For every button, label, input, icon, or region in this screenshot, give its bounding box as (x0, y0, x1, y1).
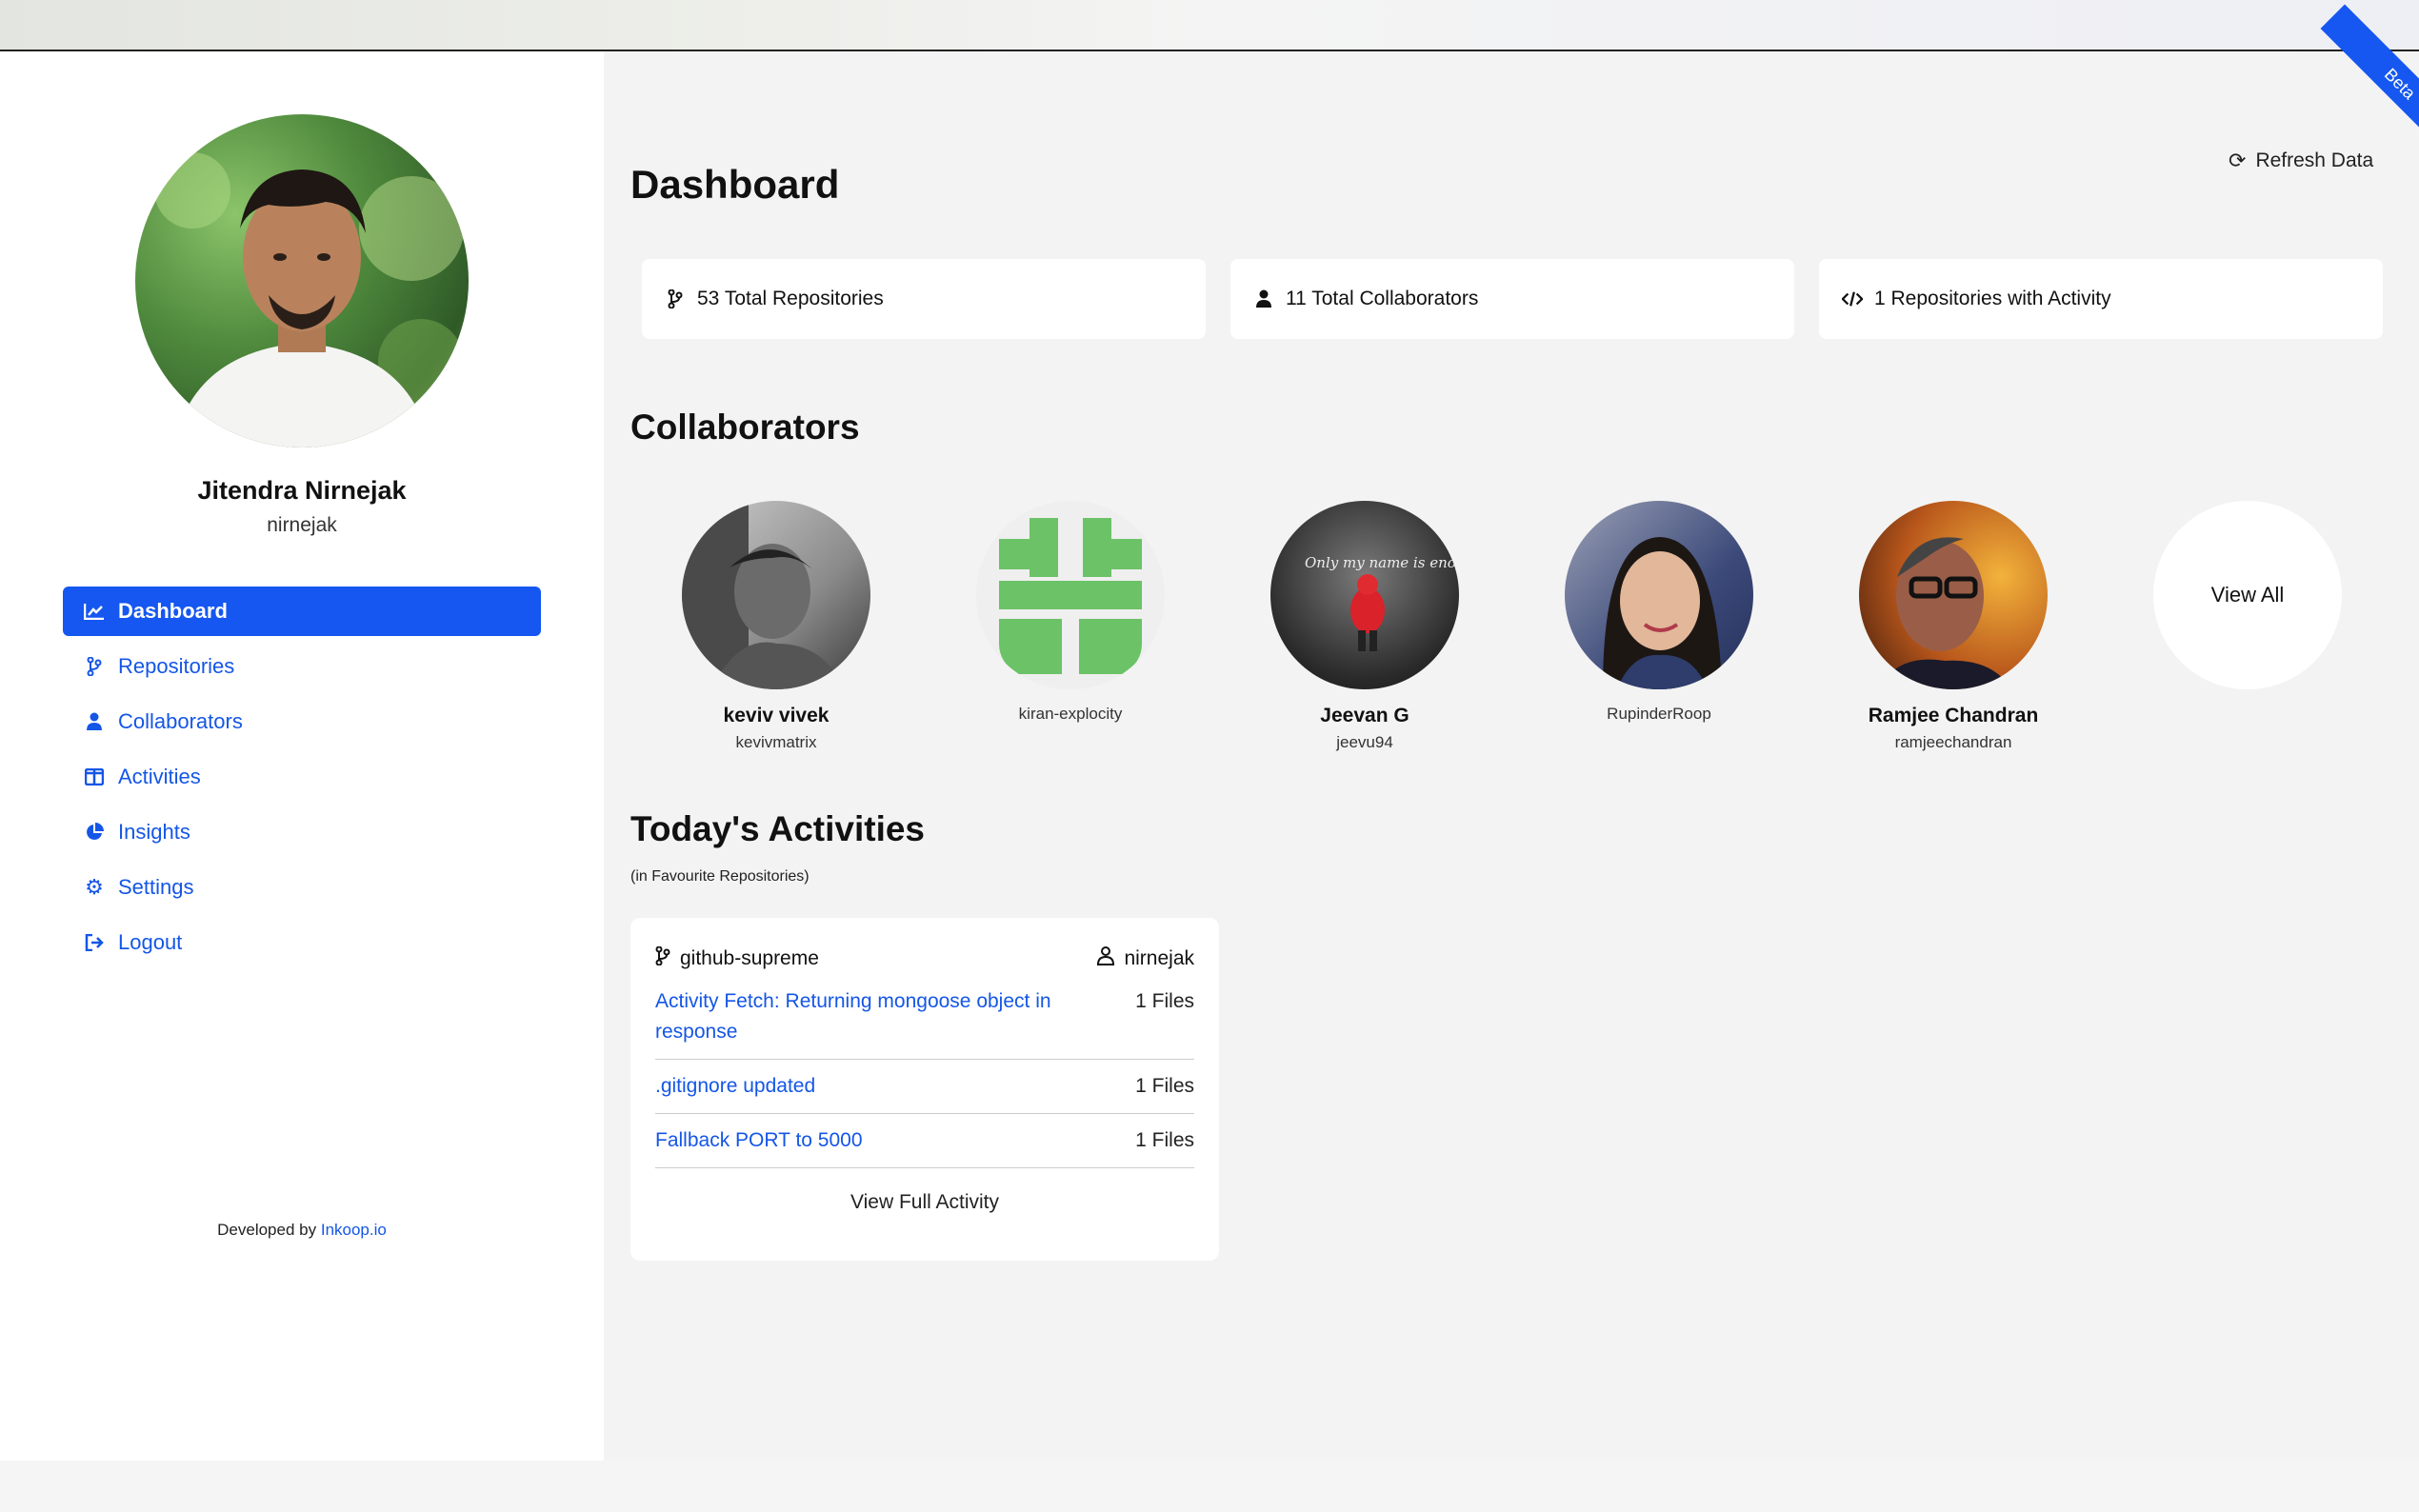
collaborator-avatar (1859, 501, 2048, 689)
stat-label: 53 Total Repositories (697, 288, 884, 309)
collaborator-avatar: Only my name is enough... (1270, 501, 1459, 689)
chart-line-icon (82, 601, 107, 622)
stat-label: 11 Total Collaborators (1286, 288, 1479, 309)
collaborator-photo-text: Only my name is enough... (1305, 554, 1459, 571)
stat-total-repositories[interactable]: 53 Total Repositories (642, 259, 1206, 339)
collaborator-handle: kevivmatrix (735, 733, 817, 751)
collaborator-avatar (682, 501, 870, 689)
collaborator-handle: ramjeechandran (1894, 733, 2012, 751)
sidebar-item-dashboard[interactable]: Dashboard (63, 587, 541, 636)
stat-total-collaborators[interactable]: 11 Total Collaborators (1230, 259, 1794, 339)
collaborator-card[interactable]: keviv vivek kevivmatrix (682, 501, 870, 752)
developer-credit: Developed by Inkoop.io (0, 1221, 604, 1240)
collaborator-card[interactable]: kiran-explocity (976, 501, 1165, 752)
refresh-icon: ⟳ (2229, 149, 2247, 172)
activity-row: Fallback PORT to 5000 1 Files (655, 1114, 1194, 1168)
code-branch-icon (655, 945, 670, 971)
collaborators-heading: Collaborators (630, 408, 860, 447)
code-branch-icon (665, 289, 686, 308)
sidebar: Jitendra Nirnejak nirnejak Dashboard Rep… (0, 51, 604, 1461)
sidebar-item-logout[interactable]: Logout (63, 918, 541, 967)
collaborator-avatar (976, 501, 1165, 689)
collaborator-card[interactable]: RupinderRoop (1565, 501, 1753, 752)
activity-repo-name: github-supreme (680, 947, 819, 969)
sidebar-item-settings[interactable]: ⚙ Settings (63, 863, 541, 912)
activity-row: Activity Fetch: Returning mongoose objec… (655, 975, 1194, 1060)
code-icon (1842, 290, 1863, 308)
collaborators-list: keviv vivek kevivmatrix kiran-explocity … (682, 501, 2342, 752)
sidebar-item-collaborators[interactable]: Collaborators (63, 697, 541, 746)
activity-owner[interactable]: nirnejak (1097, 946, 1194, 971)
sidebar-item-repositories[interactable]: Repositories (63, 642, 541, 691)
view-all-collaborators[interactable]: View All (2153, 501, 2342, 752)
view-full-activity-button[interactable]: View Full Activity (655, 1168, 1194, 1214)
collaborator-avatar (1565, 501, 1753, 689)
activity-repo[interactable]: github-supreme (655, 945, 819, 971)
sign-out-icon (82, 932, 107, 953)
activity-row: .gitignore updated 1 Files (655, 1060, 1194, 1114)
commit-message-link[interactable]: .gitignore updated (655, 1071, 1055, 1102)
sidebar-item-label: Dashboard (118, 599, 228, 623)
collaborator-card[interactable]: Only my name is enough... Jeevan G jeevu… (1270, 501, 1459, 752)
profile-avatar (135, 114, 469, 448)
files-count: 1 Files (1135, 990, 1194, 1012)
stat-repositories-with-activity[interactable]: 1 Repositories with Activity (1819, 259, 2383, 339)
collaborator-name: Jeevan G (1320, 705, 1409, 726)
sidebar-item-label: Activities (118, 765, 201, 788)
sidebar-item-insights[interactable]: Insights (63, 807, 541, 857)
sidebar-item-label: Logout (118, 930, 183, 954)
collaborator-name: Ramjee Chandran (1868, 705, 2039, 726)
collaborator-handle: jeevu94 (1336, 733, 1393, 751)
sidebar-item-label: Settings (118, 875, 194, 899)
files-count: 1 Files (1135, 1129, 1194, 1151)
sidebar-item-label: Collaborators (118, 709, 243, 733)
profile-name: Jitendra Nirnejak (197, 476, 407, 505)
collaborator-handle: RupinderRoop (1607, 705, 1711, 723)
sidebar-item-activities[interactable]: Activities (63, 752, 541, 802)
commit-message-link[interactable]: Activity Fetch: Returning mongoose objec… (655, 986, 1055, 1047)
user-outline-icon (1097, 946, 1115, 971)
activity-card: github-supreme nirnejak Activity Fetch: … (630, 918, 1219, 1261)
activities-heading: Today's Activities (630, 809, 926, 848)
view-all-button[interactable]: View All (2153, 501, 2342, 689)
collaborator-handle: kiran-explocity (1018, 705, 1123, 723)
activity-card-header: github-supreme nirnejak (655, 943, 1194, 975)
commit-message-link[interactable]: Fallback PORT to 5000 (655, 1125, 1055, 1156)
collaborator-card[interactable]: Ramjee Chandran ramjeechandran (1859, 501, 2048, 752)
sidebar-nav: Dashboard Repositories Collaborators Act… (63, 587, 541, 973)
user-icon (82, 711, 107, 732)
columns-icon (82, 766, 107, 787)
sidebar-item-label: Insights (118, 820, 190, 844)
refresh-data-button[interactable]: ⟳ Refresh Data (2229, 149, 2373, 173)
pie-chart-icon (82, 822, 107, 843)
collaborator-name: keviv vivek (723, 705, 830, 726)
activity-owner-name: nirnejak (1124, 947, 1194, 969)
bottom-bar (0, 1461, 2419, 1512)
page-title: Dashboard (630, 162, 840, 207)
browser-top-bar (0, 0, 2419, 51)
activities-subtitle: (in Favourite Repositories) (630, 868, 810, 885)
code-branch-icon (82, 656, 107, 677)
developer-link[interactable]: Inkoop.io (321, 1221, 387, 1239)
sidebar-item-label: Repositories (118, 654, 235, 678)
gear-icon: ⚙ (85, 875, 104, 899)
developer-credit-prefix: Developed by (217, 1221, 317, 1239)
refresh-data-label: Refresh Data (2255, 149, 2374, 171)
files-count: 1 Files (1135, 1075, 1194, 1097)
profile-handle: nirnejak (267, 514, 337, 536)
stat-label: 1 Repositories with Activity (1874, 288, 2111, 309)
user-icon (1253, 289, 1274, 308)
stats-row: 53 Total Repositories 11 Total Collabora… (642, 259, 2383, 339)
